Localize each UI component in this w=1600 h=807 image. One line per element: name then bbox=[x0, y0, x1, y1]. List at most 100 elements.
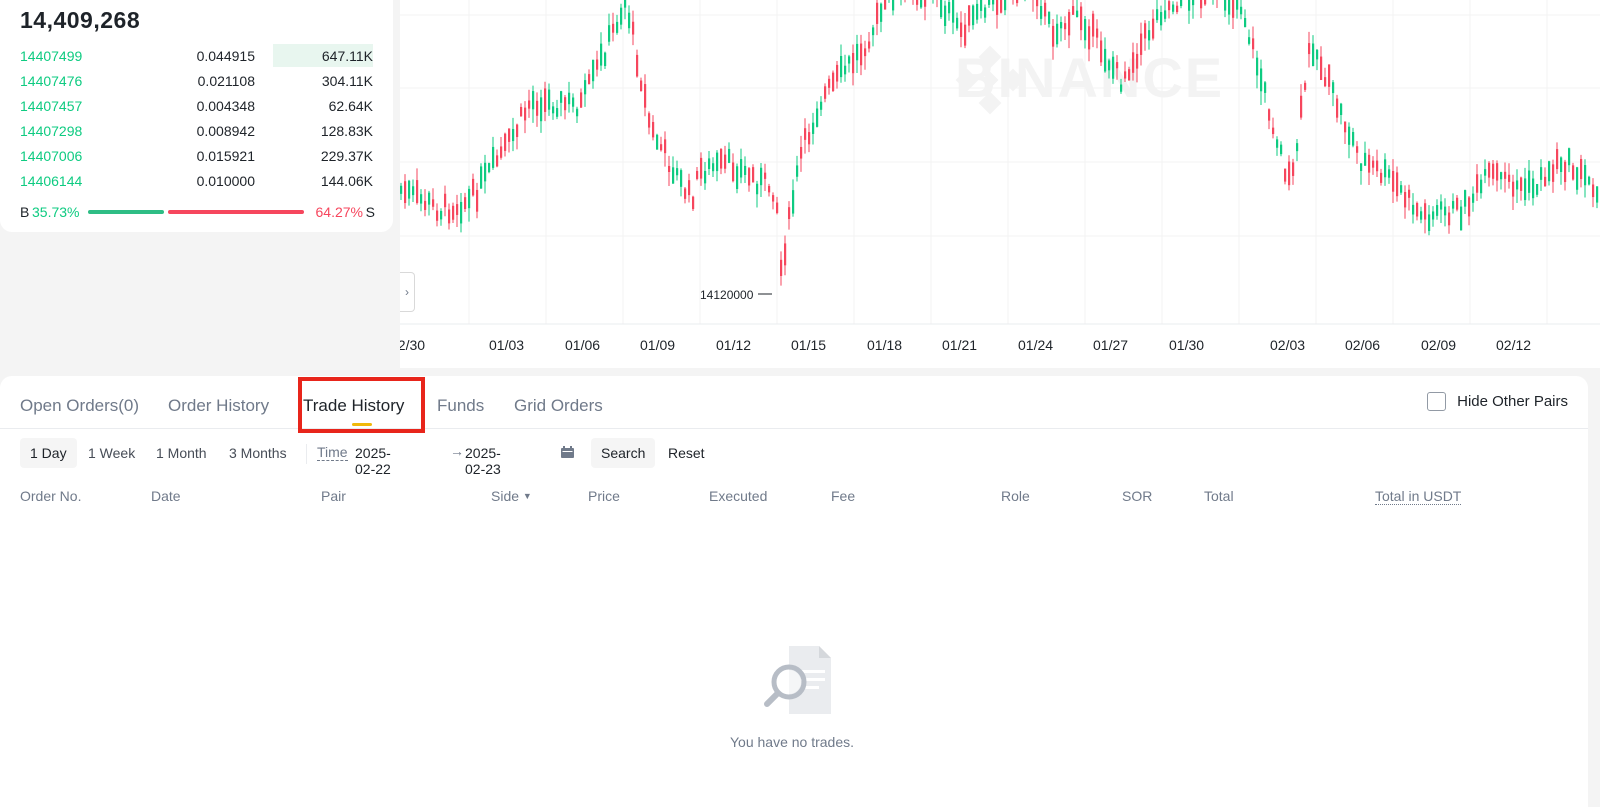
trade-price: 14406144 bbox=[20, 173, 83, 189]
candle-body bbox=[868, 41, 871, 49]
candle-body bbox=[1116, 62, 1119, 69]
range-1-day[interactable]: 1 Day bbox=[20, 438, 77, 468]
search-button[interactable]: Search bbox=[591, 438, 656, 468]
candle-body bbox=[812, 122, 815, 134]
range-1-month[interactable]: 1 Month bbox=[146, 438, 217, 468]
range-3-months[interactable]: 3 Months bbox=[219, 438, 297, 468]
candle-body bbox=[1560, 157, 1563, 173]
candle-body bbox=[1392, 170, 1395, 192]
trade-total: 144.06K bbox=[320, 173, 373, 189]
candle-body bbox=[680, 170, 683, 187]
col-pair: Pair bbox=[321, 488, 346, 504]
candle-body bbox=[792, 190, 795, 214]
candle-body bbox=[1312, 43, 1315, 66]
hide-other-pairs-toggle[interactable]: Hide Other Pairs bbox=[1427, 392, 1568, 411]
candle-body bbox=[816, 108, 819, 127]
candle-body bbox=[1580, 159, 1583, 180]
candle-body bbox=[696, 170, 699, 179]
trade-total: 62.64K bbox=[328, 98, 373, 114]
candle-body bbox=[536, 100, 539, 116]
candle-body bbox=[1372, 160, 1375, 168]
candle-body bbox=[1224, 0, 1227, 11]
reset-button[interactable]: Reset bbox=[668, 438, 705, 468]
candle-body bbox=[988, 0, 991, 5]
candle-body bbox=[764, 172, 767, 179]
candle-body bbox=[1268, 109, 1271, 121]
candle-body bbox=[516, 124, 519, 138]
candle-body bbox=[1176, 5, 1179, 13]
candle-body bbox=[1352, 131, 1355, 146]
tab-funds[interactable]: Funds bbox=[437, 396, 484, 416]
tab-open-orders[interactable]: Open Orders(0) bbox=[20, 396, 139, 416]
candle-body bbox=[924, 0, 927, 7]
candle-body bbox=[732, 162, 735, 182]
candle-body bbox=[444, 193, 447, 208]
date-from-input[interactable]: 2025-02-22 bbox=[355, 445, 391, 477]
candle-body bbox=[1080, 6, 1083, 31]
candle-body bbox=[1276, 139, 1279, 148]
x-tick-label: 02/06 bbox=[1345, 337, 1380, 353]
col-total-in-usdt[interactable]: Total in USDT bbox=[1375, 488, 1462, 505]
candle-body bbox=[1192, 0, 1195, 6]
candle-body bbox=[684, 188, 687, 199]
candle-body bbox=[560, 91, 563, 103]
candle-body bbox=[400, 185, 403, 194]
candle-body bbox=[1500, 172, 1503, 180]
candle-body bbox=[1168, 1, 1171, 11]
trade-total: 128.83K bbox=[320, 123, 373, 139]
candle-body bbox=[1040, 6, 1043, 19]
candle-body bbox=[964, 24, 967, 46]
candle-body bbox=[488, 163, 491, 173]
x-tick-label: 01/15 bbox=[791, 337, 826, 353]
col-side[interactable]: Side ▼ bbox=[491, 488, 532, 504]
hide-other-pairs-checkbox[interactable] bbox=[1427, 392, 1447, 411]
candlestick-chart[interactable]: BINANCE 1412000012/3001/0301/0601/0901/1… bbox=[400, 0, 1600, 368]
trade-total: 647.11K bbox=[321, 48, 373, 64]
table-header: Order No. Date Pair Side ▼ Price Execute… bbox=[0, 488, 1588, 508]
candle-body bbox=[520, 106, 523, 117]
date-to-input[interactable]: 2025-02-23 bbox=[465, 445, 501, 477]
col-fee: Fee bbox=[831, 488, 856, 504]
candle-body bbox=[1100, 40, 1103, 63]
candle-body bbox=[1324, 77, 1327, 87]
col-order-no: Order No. bbox=[20, 488, 82, 504]
candle-body bbox=[736, 166, 739, 190]
candle-body bbox=[704, 170, 707, 184]
time-label: Time bbox=[317, 444, 348, 461]
candle-body bbox=[1244, 17, 1247, 28]
candle-body bbox=[652, 121, 655, 138]
candle-body bbox=[1044, 2, 1047, 17]
tab-grid-orders[interactable]: Grid Orders bbox=[514, 396, 603, 416]
candle-body bbox=[1264, 82, 1267, 93]
candle-body bbox=[968, 5, 971, 26]
candle-body bbox=[976, 3, 979, 20]
candle-body bbox=[916, 0, 919, 5]
candle-body bbox=[524, 107, 527, 121]
tab-order-history[interactable]: Order History bbox=[168, 396, 269, 416]
candle-body bbox=[492, 146, 495, 168]
candle-body bbox=[656, 134, 659, 150]
candle-body bbox=[500, 146, 503, 158]
candle-body bbox=[1160, 12, 1163, 26]
expand-panel-button[interactable]: › bbox=[400, 272, 415, 312]
trade-row: 14406144 0.010000 144.06K bbox=[0, 169, 393, 194]
candle-body bbox=[820, 101, 823, 110]
candle-body bbox=[544, 88, 547, 112]
candle-body bbox=[980, 0, 983, 11]
candle-body bbox=[748, 168, 751, 186]
candle-body bbox=[1492, 163, 1495, 179]
range-1-week[interactable]: 1 Week bbox=[78, 438, 145, 468]
trade-amount: 0.010000 bbox=[196, 173, 255, 189]
calendar-icon[interactable] bbox=[561, 446, 574, 458]
candle-body bbox=[760, 167, 763, 186]
candle-body bbox=[1596, 186, 1599, 203]
candle-body bbox=[1164, 10, 1167, 19]
candle-body bbox=[1396, 172, 1399, 197]
candle-body bbox=[1104, 48, 1107, 72]
candle-body bbox=[1112, 56, 1115, 79]
candle-body bbox=[540, 97, 543, 122]
x-tick-label: 01/09 bbox=[640, 337, 675, 353]
x-tick-label: 02/09 bbox=[1421, 337, 1456, 353]
candle-body bbox=[436, 210, 439, 221]
candle-body bbox=[1200, 0, 1203, 9]
